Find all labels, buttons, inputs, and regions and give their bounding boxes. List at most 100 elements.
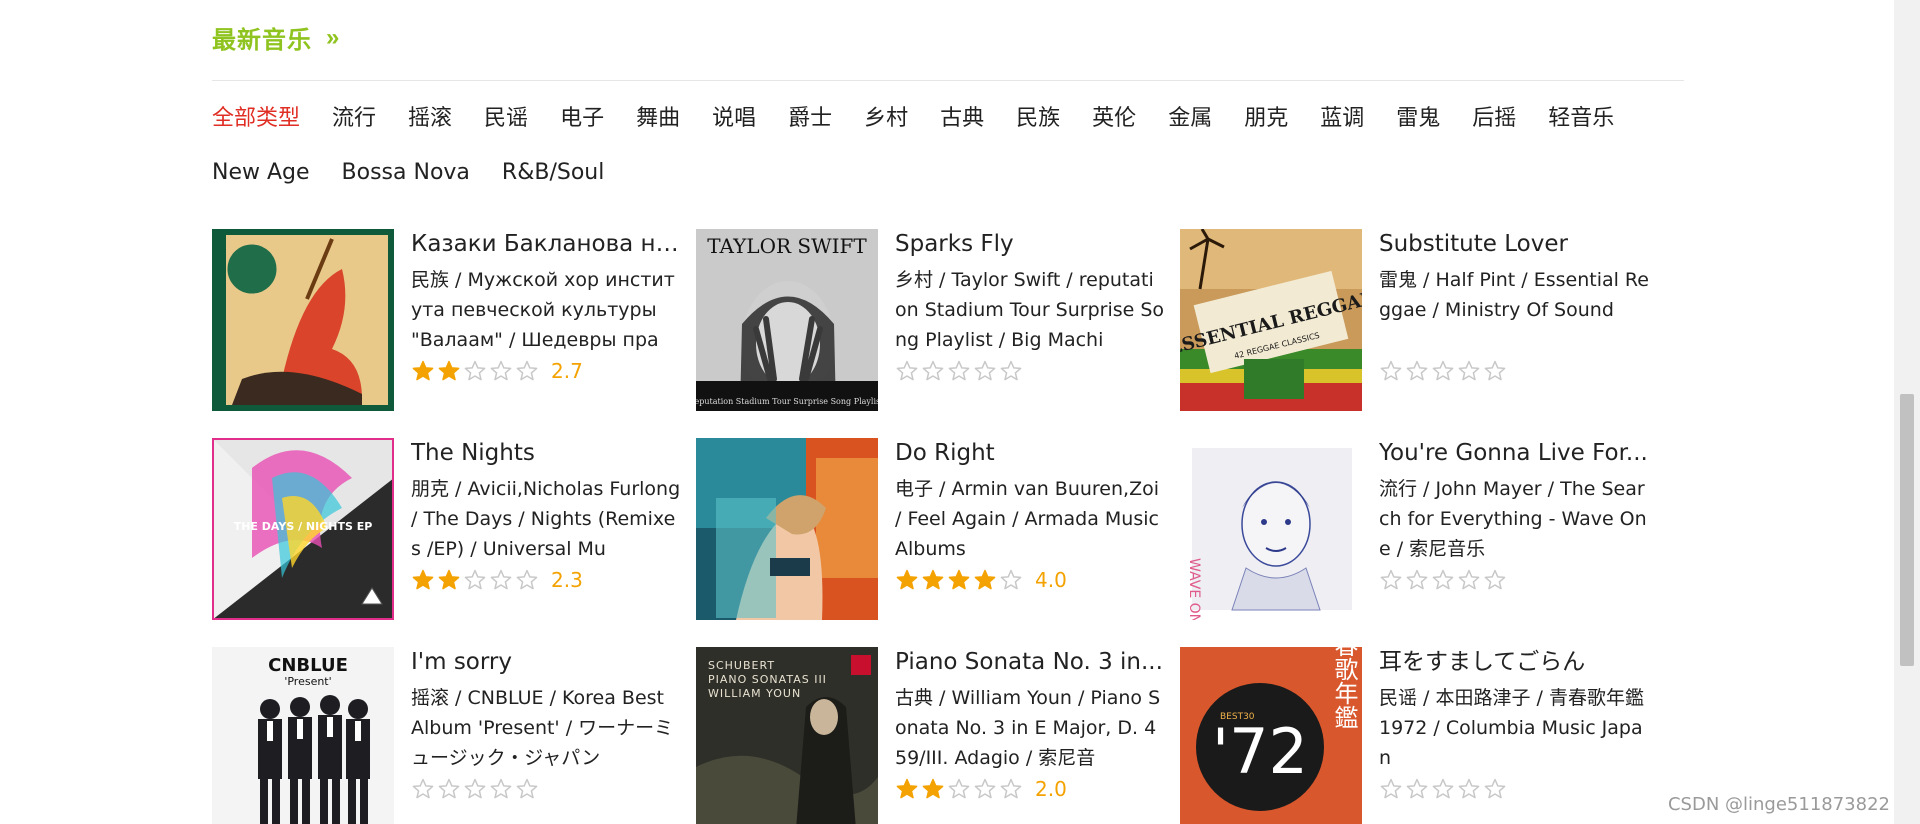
svg-text:'72: '72	[1212, 715, 1308, 788]
genre-tab[interactable]: 金属	[1168, 92, 1212, 146]
album-cover-art: '72 BEST30 青春歌年鑑	[1180, 647, 1362, 824]
genre-tab[interactable]: 电子	[560, 92, 604, 146]
double-chevron-right-icon[interactable]: »	[326, 24, 339, 52]
album-cover[interactable]: '72 BEST30 青春歌年鑑	[1180, 647, 1362, 824]
album-cover[interactable]: SCHUBERT PIANO SONATAS III WILLIAM YOUN	[696, 647, 878, 824]
album-card[interactable]: WAVE ONE You're Gonna Live For... 流行 / Joh…	[1180, 438, 1648, 638]
svg-text:'Present': 'Present'	[284, 675, 331, 688]
album-cover[interactable]: WAVE ONE	[1180, 438, 1362, 620]
album-card[interactable]: SCHUBERT PIANO SONATAS III WILLIAM YOUN P…	[696, 647, 1163, 824]
genre-tab[interactable]: 英伦	[1092, 92, 1136, 146]
genre-tab[interactable]: 乡村	[864, 92, 908, 146]
album-cover-art	[696, 438, 878, 620]
star-icon	[490, 569, 512, 590]
svg-text:SCHUBERT: SCHUBERT	[708, 659, 775, 672]
album-title[interactable]: You're Gonna Live For...	[1379, 438, 1649, 470]
album-cover[interactable]: THE DAYS / NIGHTS EP	[212, 438, 394, 620]
album-card[interactable]: THE DAYS / NIGHTS EP The Nights 朋克 / Avici…	[212, 438, 680, 638]
divider	[212, 80, 1684, 81]
album-meta: Sparks Fly 乡村 / Taylor Swift / reputation…	[895, 229, 1165, 383]
star-icon	[1380, 778, 1402, 799]
star-icon	[1458, 778, 1480, 799]
genre-filter-nav: 全部类型 流行 摇滚 民谣 电子 舞曲 说唱 爵士 乡村 古典 民族 英伦 金属 朋克 蓝调 雷鬼 后摇 轻音乐 N…	[212, 92, 1682, 200]
genre-tab[interactable]: 全部类型	[212, 92, 300, 146]
album-description: 古典 / William Youn / Piano Sonata No. 3 i…	[895, 687, 1161, 769]
vertical-scrollbar[interactable]	[1894, 0, 1920, 824]
star-icon	[1458, 360, 1480, 381]
album-description: 乡村 / Taylor Swift / reputation Stadium T…	[895, 269, 1165, 351]
album-title[interactable]: I'm sorry	[411, 647, 681, 679]
svg-text:reputation Stadium Tour Surpri: reputation Stadium Tour Surprise Song Pl…	[696, 397, 878, 406]
album-title[interactable]: Sparks Fly	[895, 229, 1165, 261]
star-icon	[412, 360, 434, 381]
genre-tab[interactable]: R&B/Soul	[502, 146, 604, 200]
genre-tab[interactable]: 民谣	[484, 92, 528, 146]
album-cover[interactable]	[696, 438, 878, 620]
album-description: 朋克 / Avicii,Nicholas Furlong / The Days …	[411, 478, 681, 560]
star-icon	[922, 778, 944, 799]
star-icon	[974, 360, 996, 381]
star-rating	[1379, 568, 1649, 592]
star-icon	[896, 569, 918, 590]
star-rating	[411, 777, 681, 801]
album-cover[interactable]: ESSENTIAL REGGAE 42 REGGAE CLASSICS	[1180, 229, 1362, 411]
genre-tab[interactable]: Bossa Nova	[342, 146, 470, 200]
section-title[interactable]: 最新音乐	[212, 20, 312, 55]
genre-tab[interactable]: 摇滚	[408, 92, 452, 146]
album-cover[interactable]: CNBLUE 'Present'	[212, 647, 394, 824]
genre-tab[interactable]: 朋克	[1244, 92, 1288, 146]
album-description: 民族 / Мужской хор института певческой кул…	[411, 269, 675, 351]
genre-tab[interactable]: 爵士	[788, 92, 832, 146]
album-card[interactable]: Do Right 电子 / Armin van Buuren,Zoi / Feel…	[696, 438, 1159, 638]
album-cover-art: THE DAYS / NIGHTS EP	[212, 438, 394, 620]
star-icon	[1000, 778, 1022, 799]
album-cover-art: ESSENTIAL REGGAE 42 REGGAE CLASSICS	[1180, 229, 1362, 411]
album-grid: Казаки Бакланова на... 民族 / Мужской хор и…	[212, 229, 1682, 824]
genre-tab[interactable]: 古典	[940, 92, 984, 146]
genre-tab[interactable]: 轻音乐	[1548, 92, 1614, 146]
genre-tab[interactable]: 蓝调	[1320, 92, 1364, 146]
genre-tab[interactable]: New Age	[212, 146, 310, 200]
star-icon	[516, 778, 538, 799]
star-icon	[412, 778, 434, 799]
star-icon	[438, 360, 460, 381]
star-rating: 2.7	[411, 359, 681, 383]
genre-tab[interactable]: 说唱	[712, 92, 756, 146]
scrollbar-thumb[interactable]	[1900, 394, 1914, 666]
star-icon	[438, 778, 460, 799]
album-title[interactable]: Substitute Lover	[1379, 229, 1649, 261]
star-icon	[1458, 569, 1480, 590]
svg-text:PIANO SONATAS III: PIANO SONATAS III	[708, 673, 827, 686]
star-rating	[895, 359, 1165, 383]
album-title[interactable]: Piano Sonata No. 3 in...	[895, 647, 1165, 679]
star-icon	[1380, 360, 1402, 381]
album-card[interactable]: Казаки Бакланова на... 民族 / Мужской хор и…	[212, 229, 681, 429]
album-cover[interactable]: TAYLOR SWIFT reputation Stadium Tour Sur…	[696, 229, 878, 411]
svg-text:CNBLUE: CNBLUE	[268, 655, 348, 676]
album-meta: Substitute Lover 雷鬼 / Half Pint / Essenti…	[1379, 229, 1649, 383]
album-title[interactable]: Do Right	[895, 438, 1165, 470]
album-card[interactable]: ESSENTIAL REGGAE 42 REGGAE CLASSICS Subs…	[1180, 229, 1649, 429]
svg-text:BEST30: BEST30	[1220, 712, 1255, 722]
album-title[interactable]: The Nights	[411, 438, 681, 470]
star-icon	[1406, 360, 1428, 381]
star-icon	[948, 569, 970, 590]
genre-tab[interactable]: 雷鬼	[1396, 92, 1440, 146]
album-title[interactable]: 耳をすましてごらん	[1379, 647, 1649, 679]
genre-tab[interactable]: 民族	[1016, 92, 1060, 146]
album-card[interactable]: '72 BEST30 青春歌年鑑 耳をすましてごらん 民谣 / 本田路津子 / 青春…	[1180, 647, 1644, 824]
album-cover[interactable]	[212, 229, 394, 411]
album-meta: Казаки Бакланова на... 民族 / Мужской хор и…	[411, 229, 681, 383]
genre-tab[interactable]: 舞曲	[636, 92, 680, 146]
genre-tab[interactable]: 流行	[332, 92, 376, 146]
svg-text:WAVE ONE: WAVE ONE	[1186, 558, 1202, 620]
album-card[interactable]: CNBLUE 'Present' I'm sorry 摇滚 / CNBLUE / …	[212, 647, 673, 824]
svg-text:THE DAYS / NIGHTS EP: THE DAYS / NIGHTS EP	[234, 520, 373, 533]
album-cover-art: CNBLUE 'Present'	[212, 647, 394, 824]
genre-tab[interactable]: 后摇	[1472, 92, 1516, 146]
star-icon	[1484, 360, 1506, 381]
album-card[interactable]: TAYLOR SWIFT reputation Stadium Tour Sur…	[696, 229, 1164, 429]
album-title[interactable]: Казаки Бакланова на...	[411, 229, 681, 261]
star-icon	[1432, 360, 1454, 381]
star-icon	[1484, 569, 1506, 590]
